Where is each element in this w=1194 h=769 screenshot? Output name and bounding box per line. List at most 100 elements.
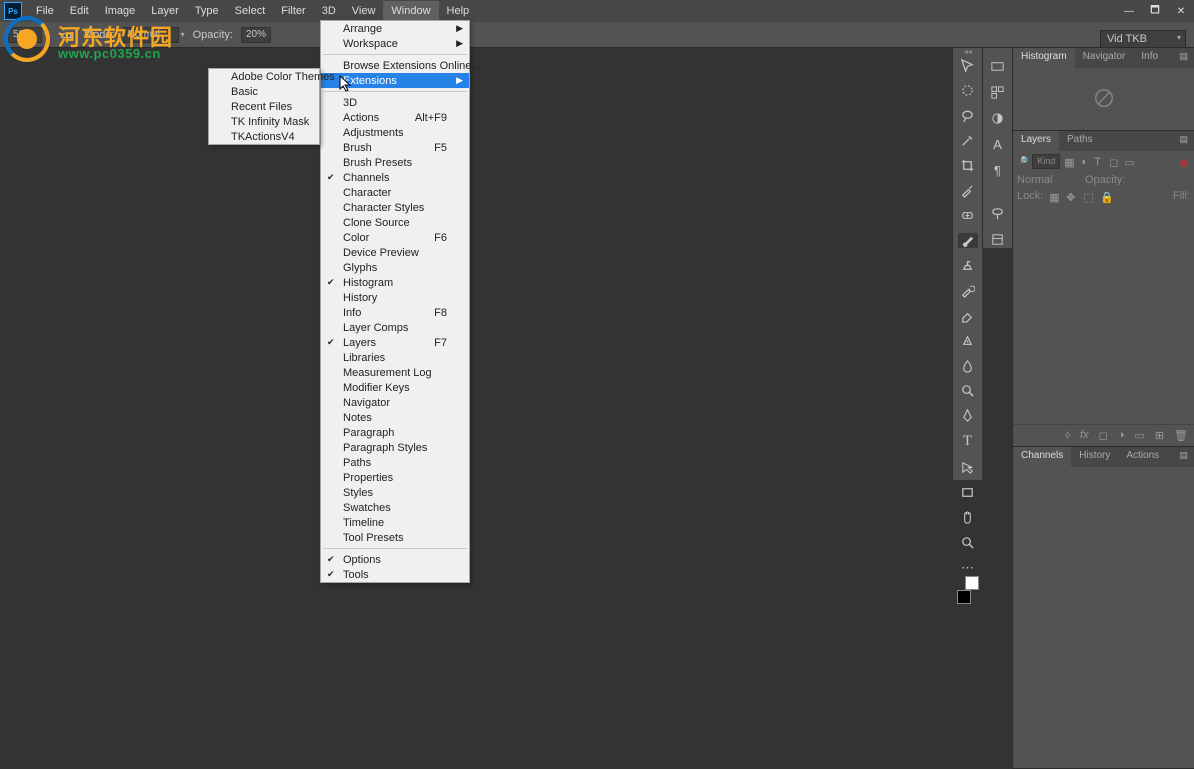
menu-filter[interactable]: Filter — [273, 1, 313, 21]
eraser-tool-icon[interactable] — [958, 308, 978, 323]
path-selection-tool-icon[interactable] — [958, 460, 978, 475]
menu-edit[interactable]: Edit — [62, 1, 97, 21]
lasso-tool-icon[interactable] — [958, 108, 978, 123]
tab-info[interactable]: Info — [1133, 48, 1166, 68]
menu-type[interactable]: Type — [187, 1, 227, 21]
menu-item-tool-presets[interactable]: Tool Presets — [321, 530, 469, 545]
menu-item-character-styles[interactable]: Character Styles — [321, 200, 469, 215]
layer-filter-select[interactable]: Kind — [1032, 154, 1060, 169]
menu-item-character[interactable]: Character — [321, 185, 469, 200]
panel-menu-icon[interactable]: ▤ — [1173, 48, 1194, 68]
menu-layer[interactable]: Layer — [143, 1, 187, 21]
healing-brush-tool-icon[interactable] — [958, 208, 978, 223]
menu-view[interactable]: View — [344, 1, 384, 21]
menu-item-notes[interactable]: Notes — [321, 410, 469, 425]
menu-item-actions[interactable]: ActionsAlt+F9 — [321, 110, 469, 125]
tab-history[interactable]: History — [1071, 447, 1118, 467]
menu-item-basic[interactable]: Basic — [209, 84, 319, 99]
aux-styles-icon[interactable]: A — [988, 137, 1008, 153]
menu-item-paths[interactable]: Paths — [321, 455, 469, 470]
menu-item-workspace[interactable]: Workspace▶ — [321, 36, 469, 51]
menu-item-modifier-keys[interactable]: Modifier Keys — [321, 380, 469, 395]
menu-item-adobe-color-themes[interactable]: Adobe Color Themes — [209, 69, 319, 84]
blur-tool-icon[interactable] — [958, 358, 978, 373]
menu-item-brush[interactable]: BrushF5 — [321, 140, 469, 155]
menu-item-navigator[interactable]: Navigator — [321, 395, 469, 410]
clone-stamp-tool-icon[interactable] — [958, 258, 978, 273]
panel-menu-icon[interactable]: ▤ — [1173, 131, 1194, 151]
crop-tool-icon[interactable] — [958, 158, 978, 173]
menu-item-libraries[interactable]: Libraries — [321, 350, 469, 365]
close-button[interactable]: ✕ — [1168, 2, 1194, 20]
menu-item-channels[interactable]: ✔Channels — [321, 170, 469, 185]
type-tool-icon[interactable]: T — [958, 433, 978, 450]
aux-swatches-icon[interactable] — [988, 84, 1008, 100]
group-icon[interactable]: ▭ — [1134, 429, 1144, 442]
menu-item-swatches[interactable]: Swatches — [321, 500, 469, 515]
menu-item-brush-presets[interactable]: Brush Presets — [321, 155, 469, 170]
maximize-button[interactable]: 🗖 — [1142, 2, 1168, 20]
collapse-grip-icon[interactable]: ◂◂ — [961, 47, 975, 57]
aux-color-icon[interactable] — [988, 58, 1008, 74]
magic-wand-tool-icon[interactable] — [958, 133, 978, 148]
blend-mode-select[interactable]: Normal — [1017, 174, 1079, 186]
menu-3d[interactable]: 3D — [314, 1, 344, 21]
lock-all-icon[interactable]: 🔒 — [1100, 191, 1111, 202]
rectangle-tool-icon[interactable] — [958, 485, 978, 500]
menu-item-history[interactable]: History — [321, 290, 469, 305]
tab-histogram[interactable]: Histogram — [1013, 48, 1075, 68]
layer-mask-icon[interactable]: ◻ — [1099, 429, 1108, 442]
panel-menu-icon[interactable]: ▤ — [1173, 447, 1194, 467]
adjustment-layer-icon[interactable]: ◑ — [1118, 429, 1125, 442]
link-layers-icon[interactable]: ⬨ — [1065, 429, 1070, 442]
aux-properties-icon[interactable] — [988, 232, 1008, 248]
menu-item-timeline[interactable]: Timeline — [321, 515, 469, 530]
hand-tool-icon[interactable] — [958, 510, 978, 525]
new-layer-icon[interactable]: ⊞ — [1155, 429, 1164, 442]
pen-tool-icon[interactable] — [958, 408, 978, 423]
filter-shape-icon[interactable]: ◻ — [1109, 156, 1120, 167]
menu-item-options[interactable]: ✔Options — [321, 552, 469, 567]
lock-position-icon[interactable]: ✥ — [1066, 191, 1077, 202]
menu-item-3d[interactable]: 3D — [321, 95, 469, 110]
menu-item-info[interactable]: InfoF8 — [321, 305, 469, 320]
menu-item-browse-extensions-online-[interactable]: Browse Extensions Online... — [321, 58, 469, 73]
menu-item-paragraph[interactable]: Paragraph — [321, 425, 469, 440]
menu-item-measurement-log[interactable]: Measurement Log — [321, 365, 469, 380]
menu-help[interactable]: Help — [439, 1, 478, 21]
aux-paragraph-icon[interactable]: ¶ — [988, 163, 1008, 179]
menu-item-tools[interactable]: ✔Tools — [321, 567, 469, 582]
opacity-value[interactable]: 20% — [241, 27, 271, 43]
filter-pixel-icon[interactable]: ▦ — [1064, 156, 1075, 167]
layer-fx-icon[interactable]: fx — [1080, 429, 1089, 442]
tab-channels[interactable]: Channels — [1013, 447, 1071, 467]
dodge-tool-icon[interactable] — [958, 383, 978, 398]
menu-item-clone-source[interactable]: Clone Source — [321, 215, 469, 230]
edit-toolbar-icon[interactable]: ⋯ — [958, 560, 978, 576]
menu-item-paragraph-styles[interactable]: Paragraph Styles — [321, 440, 469, 455]
eyedropper-tool-icon[interactable] — [958, 183, 978, 198]
tab-actions[interactable]: Actions — [1118, 447, 1167, 467]
menu-item-tk-infinity-mask[interactable]: TK Infinity Mask — [209, 114, 319, 129]
filter-type-icon[interactable]: T — [1094, 156, 1105, 167]
tab-paths[interactable]: Paths — [1059, 131, 1101, 151]
menu-item-adjustments[interactable]: Adjustments — [321, 125, 469, 140]
menu-item-glyphs[interactable]: Glyphs — [321, 260, 469, 275]
menu-item-device-preview[interactable]: Device Preview — [321, 245, 469, 260]
lock-artboard-icon[interactable]: ⬚ — [1083, 191, 1094, 202]
history-brush-tool-icon[interactable] — [958, 283, 978, 298]
lock-pixels-icon[interactable]: ▦ — [1049, 191, 1060, 202]
gradient-tool-icon[interactable] — [958, 333, 978, 348]
aux-libraries-icon[interactable] — [988, 206, 1008, 222]
menu-item-layer-comps[interactable]: Layer Comps — [321, 320, 469, 335]
tab-layers[interactable]: Layers — [1013, 131, 1059, 151]
brush-tool-icon[interactable] — [958, 233, 978, 248]
trash-icon[interactable]: 🗑 — [1174, 429, 1188, 442]
filter-adjust-icon[interactable]: ◑ — [1079, 156, 1090, 167]
filter-smart-icon[interactable]: ▭ — [1124, 156, 1135, 167]
aux-adjustments-icon[interactable] — [988, 110, 1008, 126]
menu-item-tkactionsv4[interactable]: TKActionsV4 — [209, 129, 319, 144]
menu-item-styles[interactable]: Styles — [321, 485, 469, 500]
menu-item-layers[interactable]: ✔LayersF7 — [321, 335, 469, 350]
menu-image[interactable]: Image — [97, 1, 144, 21]
